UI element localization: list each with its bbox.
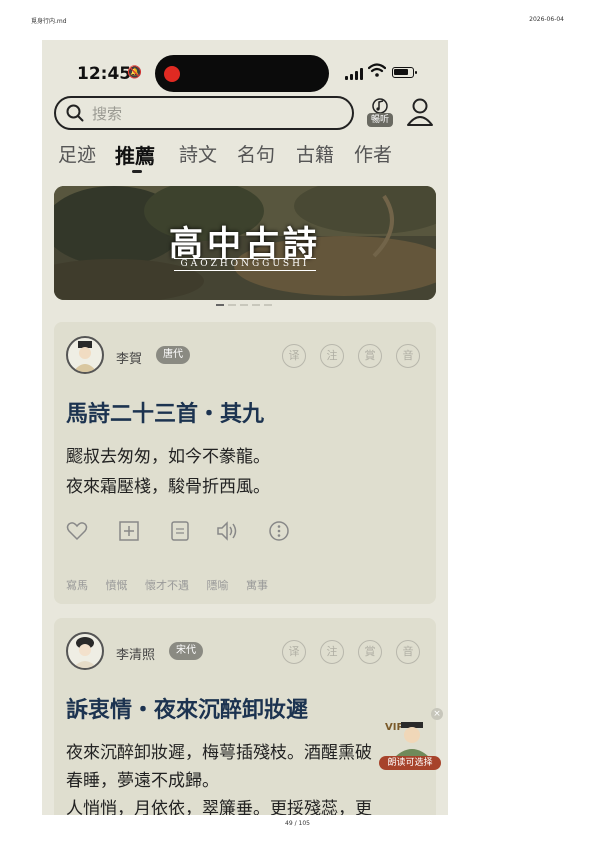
user-profile-icon[interactable]	[405, 97, 435, 127]
phone-screen: 12:45 🔕 搜索 暢听 足迹 推薦 詩文 名句 古籍 作者 高中古詩 GAO…	[42, 40, 448, 815]
battery-icon	[392, 67, 417, 78]
floating-read-aloud-widget[interactable]: × VIP 朗读可选择	[379, 708, 445, 778]
poem-line: 夜來沉醉卸妝遲，梅萼插殘枝。酒醒熏破	[66, 743, 372, 763]
avatar[interactable]	[66, 336, 104, 374]
document-header: 覓身行内.md 2026-06-04	[31, 16, 564, 28]
add-icon[interactable]	[118, 520, 140, 542]
tag-list: 寫馬 憤慨 懷才不遇 隱喻 寓事	[66, 577, 282, 593]
book-icon[interactable]	[169, 520, 191, 542]
recording-indicator-icon	[164, 66, 180, 82]
poem-title[interactable]: 馬詩二十三首・其九	[66, 396, 264, 428]
appreciation-button[interactable]: 賞	[358, 640, 382, 664]
active-tab-indicator	[132, 170, 142, 173]
poet-name[interactable]: 李清照	[116, 644, 155, 663]
annotation-button[interactable]: 注	[320, 344, 344, 368]
era-badge: 唐代	[156, 346, 190, 364]
poem-line: 人悄悄，月依依，翠簾垂。更挼殘蕊，更	[66, 799, 372, 815]
heart-icon[interactable]	[66, 520, 88, 542]
tab-poems[interactable]: 詩文	[179, 140, 217, 167]
tab-recommended[interactable]: 推薦	[115, 140, 155, 169]
listen-label: 暢听	[367, 113, 393, 127]
poet-name[interactable]: 李賀	[116, 348, 142, 367]
poet-portrait-icon	[73, 637, 97, 668]
era-badge: 宋代	[169, 642, 203, 660]
tag[interactable]: 寫馬	[66, 579, 88, 592]
read-aloud-label: 朗读可选择	[379, 756, 441, 770]
avatar[interactable]	[66, 632, 104, 670]
music-note-icon	[372, 98, 388, 114]
tag[interactable]: 憤慨	[106, 579, 128, 592]
poet-portrait-icon	[73, 341, 97, 372]
tab-footprint[interactable]: 足迹	[58, 140, 96, 167]
tab-classics[interactable]: 古籍	[296, 140, 334, 167]
document-date: 2026-06-04	[529, 16, 564, 23]
banner-subtitle: GAOZHONGGUSHI	[174, 258, 316, 271]
search-icon	[66, 104, 84, 122]
appreciation-button[interactable]: 賞	[358, 344, 382, 368]
banner[interactable]: 高中古詩 GAOZHONGGUSHI	[54, 186, 436, 300]
wifi-icon	[368, 63, 386, 77]
status-time: 12:45	[77, 64, 132, 84]
poem-line: 夜來霜壓棧，駿骨折西風。	[66, 477, 270, 497]
poem-card[interactable]: 李賀 唐代 译 注 賞 音 馬詩二十三首・其九 飂叔去匆匆，如今不豢龍。 夜來霜…	[54, 322, 436, 604]
tag[interactable]: 隱喻	[207, 579, 229, 592]
page-number: 49 / 105	[285, 820, 310, 827]
speaker-icon[interactable]	[216, 520, 238, 542]
document-filename: 覓身行内.md	[31, 18, 67, 25]
search-bar[interactable]: 搜索	[54, 96, 354, 130]
listen-button[interactable]: 暢听	[366, 98, 396, 130]
tag[interactable]: 寓事	[246, 579, 268, 592]
tag[interactable]: 懷才不遇	[145, 579, 189, 592]
poem-line: 春睡，夢遠不成歸。	[66, 771, 219, 791]
dynamic-island	[155, 55, 329, 92]
scholar-portrait-icon	[392, 722, 432, 760]
translation-button[interactable]: 译	[282, 344, 306, 368]
translation-button[interactable]: 译	[282, 640, 306, 664]
bell-mute-icon: 🔕	[127, 65, 142, 79]
audio-button[interactable]: 音	[396, 640, 420, 664]
tab-famous-lines[interactable]: 名句	[237, 140, 275, 167]
more-options-icon[interactable]	[268, 520, 290, 542]
tab-authors[interactable]: 作者	[354, 140, 392, 167]
audio-button[interactable]: 音	[396, 344, 420, 368]
annotation-button[interactable]: 注	[320, 640, 344, 664]
search-placeholder: 搜索	[92, 105, 123, 123]
poem-title[interactable]: 訴衷情・夜來沉醉卸妝遲	[66, 692, 308, 724]
status-bar: 12:45 🔕	[42, 40, 448, 94]
cellular-signal-icon	[345, 68, 365, 80]
poem-line: 飂叔去匆匆，如今不豢龍。	[66, 447, 270, 467]
